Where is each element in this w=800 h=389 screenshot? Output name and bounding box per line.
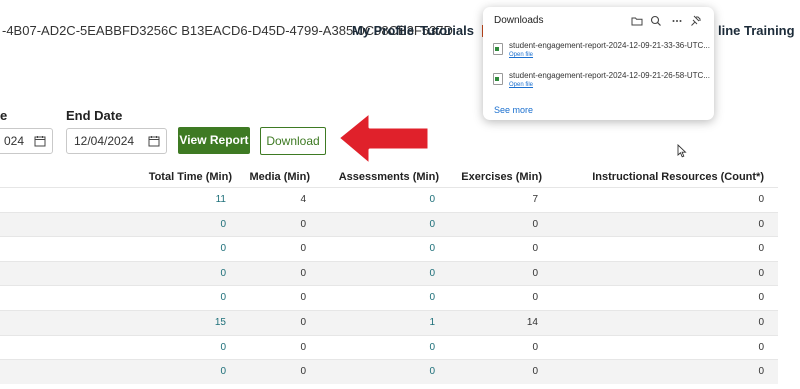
cell-assessments[interactable]: 0 (429, 219, 435, 230)
open-file-link[interactable]: Open file (509, 82, 533, 88)
download-item[interactable]: student-engagement-report-2024-12-09-21-… (493, 71, 710, 97)
cell-exercises: 0 (532, 341, 538, 353)
cell-total-time[interactable]: 0 (220, 243, 226, 254)
cell-media: 0 (300, 218, 306, 230)
cell-total-time[interactable]: 15 (215, 317, 226, 328)
search-icon[interactable] (649, 14, 663, 28)
table-row: 0 0 0 0 0 (0, 260, 778, 286)
cell-instructional-resources: 0 (758, 267, 764, 279)
nav-online-training[interactable]: line Training (718, 23, 795, 38)
downloads-title: Downloads (494, 15, 544, 26)
cell-exercises: 7 (532, 194, 538, 205)
excel-file-icon (493, 73, 503, 85)
cell-media: 0 (300, 316, 306, 328)
cell-total-time[interactable]: 11 (216, 194, 226, 205)
cell-assessments[interactable]: 0 (429, 342, 435, 353)
cell-instructional-resources: 0 (758, 341, 764, 353)
view-report-button[interactable]: View Report (178, 127, 250, 154)
cell-total-time[interactable]: 0 (220, 292, 226, 303)
cell-assessments[interactable]: 0 (429, 268, 435, 279)
cell-instructional-resources: 0 (758, 243, 764, 255)
cell-exercises: 0 (532, 292, 538, 304)
downloads-panel: Downloads student-engagement-report-2024… (483, 7, 714, 120)
cell-exercises: 0 (532, 243, 538, 255)
cell-media: 4 (300, 194, 306, 205)
table-row: 11 4 0 7 0 (0, 187, 778, 212)
cell-total-time[interactable]: 0 (220, 219, 226, 230)
table-header: Total Time (Min) Media (Min) Assessments… (0, 169, 778, 187)
cell-instructional-resources: 0 (758, 366, 764, 378)
cell-assessments[interactable]: 0 (429, 194, 435, 205)
table-row: 0 0 0 0 0 (0, 334, 778, 360)
table-row: 0 0 0 0 0 (0, 285, 778, 310)
calendar-icon[interactable] (34, 135, 46, 147)
red-arrow-annotation (336, 110, 431, 167)
see-more-link[interactable]: See more (494, 105, 533, 115)
column-assessments[interactable]: Assessments (Min) (339, 171, 439, 183)
cell-total-time[interactable]: 0 (220, 268, 226, 279)
cell-instructional-resources: 0 (758, 218, 764, 230)
cell-assessments[interactable]: 0 (429, 366, 435, 377)
mouse-pointer-icon (677, 144, 687, 158)
cell-instructional-resources: 0 (758, 292, 764, 304)
table-body: 11 4 0 7 0 0 0 0 0 0 0 0 0 0 0 0 0 0 0 0… (0, 187, 778, 384)
download-button[interactable]: Download (260, 127, 326, 155)
nav-my-profile[interactable]: My Profile (352, 23, 414, 38)
cell-exercises: 0 (532, 366, 538, 378)
cell-total-time[interactable]: 0 (220, 366, 226, 377)
end-date-field[interactable]: 12/04/2024 (66, 128, 167, 154)
start-date-field[interactable]: 024 (0, 128, 53, 154)
download-file-name: student-engagement-report-2024-12-09-21-… (509, 71, 710, 80)
cell-media: 0 (300, 243, 306, 255)
table-row: 0 0 0 0 0 (0, 211, 778, 237)
table-row: 0 0 0 0 0 (0, 359, 778, 384)
calendar-icon[interactable] (148, 135, 160, 147)
column-exercises[interactable]: Exercises (Min) (461, 171, 542, 183)
more-options-icon[interactable] (670, 14, 684, 28)
download-file-name: student-engagement-report-2024-12-09-21-… (509, 41, 710, 50)
column-instructional-resources[interactable]: Instructional Resources (Count*) (592, 171, 764, 183)
cell-assessments[interactable]: 0 (429, 243, 435, 254)
cell-media: 0 (300, 366, 306, 378)
table-row: 0 0 0 0 0 (0, 236, 778, 261)
end-date-value: 12/04/2024 (74, 134, 135, 148)
cell-assessments[interactable]: 0 (429, 292, 435, 303)
cell-total-time[interactable]: 0 (220, 342, 226, 353)
end-date-label: End Date (66, 108, 123, 123)
column-total-time[interactable]: Total Time (Min) (149, 171, 232, 183)
cell-media: 0 (300, 267, 306, 279)
cell-media: 0 (300, 341, 306, 353)
cell-exercises: 0 (532, 218, 538, 230)
cell-exercises: 0 (532, 267, 538, 279)
excel-file-icon (493, 43, 503, 55)
start-date-value: 024 (4, 134, 25, 148)
cell-assessments[interactable]: 1 (429, 317, 435, 328)
cell-exercises: 14 (526, 316, 538, 328)
nav-tutorials[interactable]: Tutorials (420, 23, 474, 38)
cell-media: 0 (300, 292, 306, 304)
cell-instructional-resources: 0 (758, 316, 764, 328)
pin-icon[interactable] (689, 14, 703, 28)
cell-instructional-resources: 0 (758, 194, 764, 205)
open-file-link[interactable]: Open file (509, 52, 533, 58)
start-date-label: e (0, 108, 8, 123)
column-media[interactable]: Media (Min) (250, 171, 311, 183)
download-item[interactable]: student-engagement-report-2024-12-09-21-… (493, 41, 710, 67)
table-row: 15 0 1 14 0 (0, 309, 778, 335)
folder-icon[interactable] (630, 14, 644, 28)
